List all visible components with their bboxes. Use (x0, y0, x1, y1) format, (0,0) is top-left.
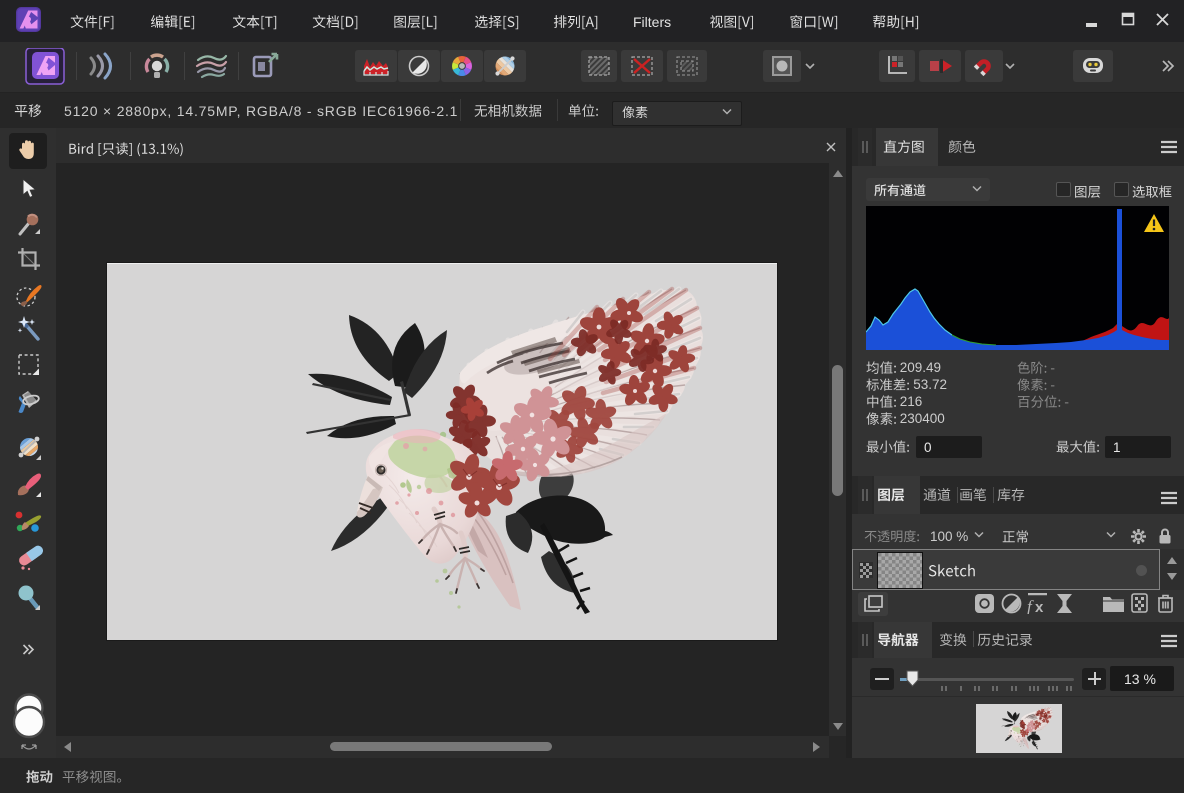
svg-text:f: f (1027, 597, 1034, 614)
svg-text:x: x (1035, 599, 1044, 614)
